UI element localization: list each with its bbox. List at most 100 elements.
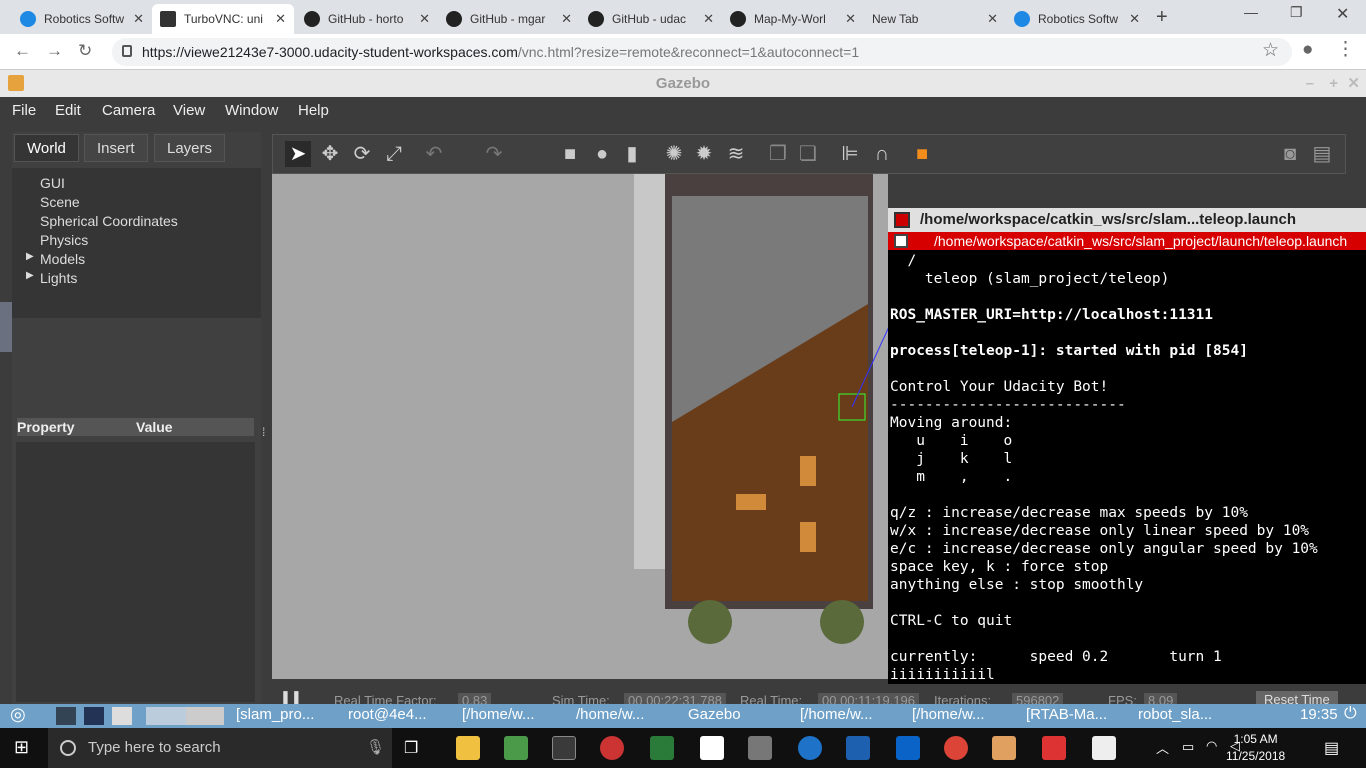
browser-tab[interactable]: Robotics Softw ✕	[12, 4, 152, 34]
browser-tab[interactable]: New Tab ✕	[864, 4, 1006, 34]
translate-mode-icon[interactable]: ✥	[317, 141, 343, 167]
task-item[interactable]: [/home/w...	[462, 706, 535, 723]
splitter-handle[interactable]: ⁞	[262, 425, 265, 439]
reset-time-button[interactable]: Reset Time	[1256, 691, 1338, 704]
restore-icon[interactable]: ❐	[1290, 4, 1303, 21]
menu-file[interactable]: File	[12, 102, 36, 119]
close-icon[interactable]: ✕	[1129, 11, 1140, 27]
battery-icon[interactable]: ▭	[1182, 739, 1194, 755]
search-box[interactable]: Type here to search 🎙	[48, 728, 392, 768]
app-icon[interactable]	[112, 707, 132, 725]
app-icon[interactable]	[552, 736, 576, 760]
maximize-icon[interactable]: +	[1329, 70, 1338, 97]
rotate-mode-icon[interactable]: ⟳	[349, 141, 375, 167]
gazebo-3d-viewport[interactable]	[272, 174, 888, 679]
task-item[interactable]: Gazebo	[688, 706, 741, 723]
task-item[interactable]: robot_sla...	[1138, 706, 1212, 723]
paste-icon[interactable]: ❏	[795, 141, 821, 167]
account-icon[interactable]: ●	[1302, 39, 1313, 61]
minimize-icon[interactable]: —	[1244, 4, 1258, 20]
task-item[interactable]: [/home/w...	[912, 706, 985, 723]
browser-tab[interactable]: Robotics Softw ✕	[1006, 4, 1148, 34]
address-bar[interactable]: https://viewe21243e7-3000.udacity-studen…	[112, 38, 1292, 66]
tree-item-scene[interactable]: Scene	[40, 194, 80, 210]
star-icon[interactable]: ☆	[1262, 39, 1279, 62]
box-shape-icon[interactable]: ■	[557, 141, 583, 167]
photos-icon[interactable]	[1092, 736, 1116, 760]
chrome-icon[interactable]	[944, 736, 968, 760]
spot-light-icon[interactable]: ✹	[691, 141, 717, 167]
task-view-icon[interactable]: ❐	[404, 738, 418, 758]
close-icon[interactable]: ✕	[845, 11, 856, 27]
workspace-pager[interactable]	[186, 707, 224, 725]
panel-collapse-handle[interactable]	[0, 302, 12, 352]
close-icon[interactable]: ✕	[133, 11, 144, 27]
edge-icon[interactable]	[798, 736, 822, 760]
power-icon[interactable]: ⏻	[1344, 705, 1357, 723]
redo-icon[interactable]: ↷	[481, 141, 507, 167]
snap-icon[interactable]: ∩	[869, 141, 895, 167]
tab-world[interactable]: World	[14, 134, 79, 162]
select-mode-icon[interactable]: ➤	[285, 141, 311, 167]
menu-view[interactable]: View	[173, 102, 205, 119]
tree-item-models[interactable]: Models	[40, 251, 85, 267]
screenshot-icon[interactable]: ◙	[1277, 141, 1303, 167]
app-icon[interactable]	[84, 707, 104, 725]
forward-icon[interactable]: →	[46, 41, 63, 61]
browser-tab[interactable]: GitHub - udac ✕	[580, 4, 722, 34]
chevron-up-icon[interactable]: ︿	[1156, 738, 1169, 757]
new-tab-button[interactable]: +	[1156, 6, 1168, 29]
microphone-icon[interactable]: 🎙	[366, 728, 385, 768]
reload-icon[interactable]: ↻	[78, 41, 92, 61]
browser-tab[interactable]: GitHub - horto ✕	[296, 4, 438, 34]
close-icon[interactable]: ✕	[561, 11, 572, 27]
expand-arrow-icon[interactable]: ▶	[26, 270, 34, 281]
pause-icon[interactable]: ❚❚	[280, 689, 302, 704]
wifi-icon[interactable]: ◠	[1206, 738, 1217, 754]
close-icon[interactable]: ✕	[703, 11, 714, 27]
log-icon[interactable]: ▤	[1309, 141, 1335, 167]
tab-insert[interactable]: Insert	[84, 134, 148, 162]
app-icon[interactable]	[56, 707, 76, 725]
start-menu-icon[interactable]: ◎	[10, 704, 26, 725]
task-item[interactable]: [/home/w...	[800, 706, 873, 723]
acrobat-icon[interactable]	[1042, 736, 1066, 760]
directional-light-icon[interactable]: ≋	[723, 141, 749, 167]
menu-help[interactable]: Help	[298, 102, 329, 119]
app-icon[interactable]	[650, 736, 674, 760]
scale-mode-icon[interactable]: ⤢	[381, 141, 407, 167]
task-item[interactable]: [slam_pro...	[236, 706, 314, 723]
cylinder-shape-icon[interactable]: ▮	[619, 141, 645, 167]
browser-tab[interactable]: GitHub - mgar ✕	[438, 4, 580, 34]
close-icon[interactable]: ✕	[987, 11, 998, 27]
app-icon[interactable]	[600, 736, 624, 760]
windows-start-icon[interactable]: ⊞	[14, 737, 29, 758]
browser-tab[interactable]: Map-My-Worl ✕	[722, 4, 864, 34]
app-icon[interactable]	[992, 736, 1016, 760]
file-explorer-icon[interactable]	[456, 736, 480, 760]
close-icon[interactable]: ✕	[419, 11, 430, 27]
minimize-icon[interactable]: –	[1306, 70, 1314, 97]
task-item[interactable]: [RTAB-Ma...	[1026, 706, 1107, 723]
close-window-icon[interactable]: ✕	[1336, 4, 1349, 24]
tree-item-gui[interactable]: GUI	[40, 175, 65, 191]
menu-edit[interactable]: Edit	[55, 102, 81, 119]
menu-camera[interactable]: Camera	[102, 102, 155, 119]
expand-arrow-icon[interactable]: ▶	[26, 251, 34, 262]
task-item[interactable]: /home/w...	[576, 706, 644, 723]
tab-layers[interactable]: Layers	[154, 134, 226, 162]
notifications-icon[interactable]: ▤	[1324, 738, 1339, 758]
menu-icon[interactable]: ⋮	[1336, 38, 1355, 61]
view-angle-icon[interactable]: ■	[909, 141, 935, 167]
tree-item-spherical[interactable]: Spherical Coordinates	[40, 213, 178, 229]
terminal-window[interactable]: /home/workspace/catkin_ws/src/slam...tel…	[888, 208, 1366, 684]
system-clock[interactable]: 1:05 AM 11/25/2018	[1226, 731, 1285, 765]
align-icon[interactable]: ⊫	[837, 141, 863, 167]
app-icon[interactable]	[748, 736, 772, 760]
task-item[interactable]: root@4e4...	[348, 706, 427, 723]
close-icon[interactable]: ✕	[1347, 70, 1360, 97]
copy-icon[interactable]: ❐	[765, 141, 791, 167]
sphere-shape-icon[interactable]: ●	[589, 141, 615, 167]
outlook-icon[interactable]	[896, 736, 920, 760]
browser-tab-active[interactable]: TurboVNC: uni ✕	[152, 4, 294, 34]
